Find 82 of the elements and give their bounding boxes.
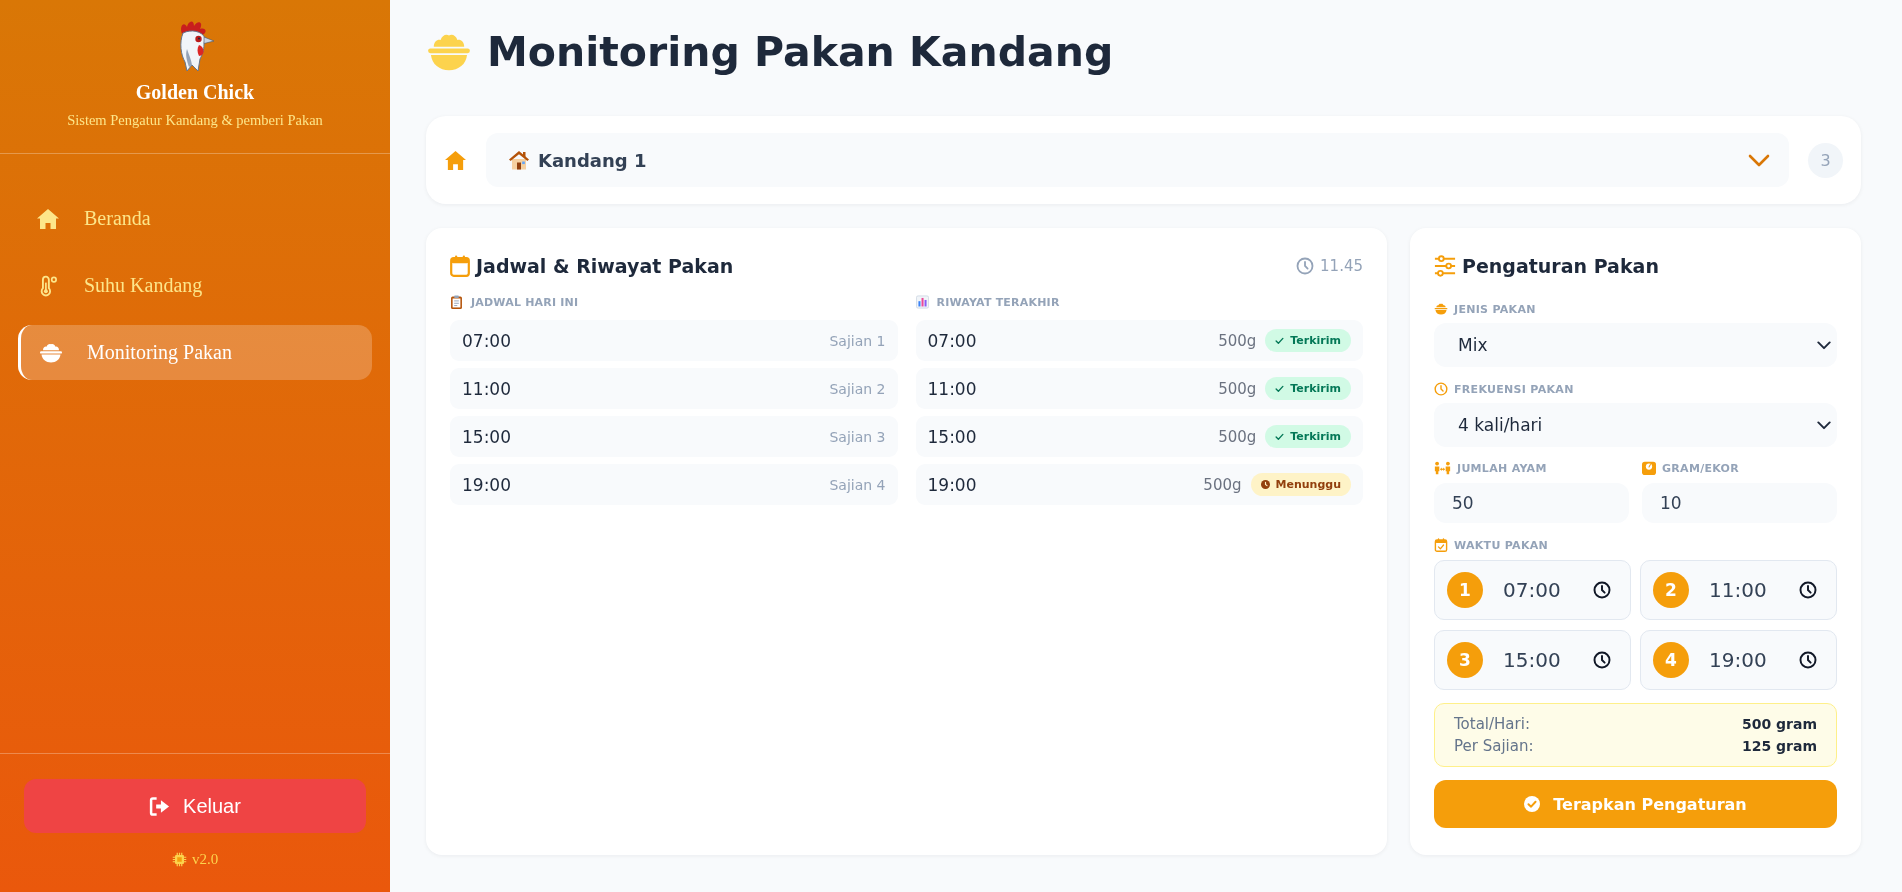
version-label: v2.0 [191, 850, 219, 868]
amount-text: 500g [1218, 331, 1257, 350]
card-title: Jadwal & Riwayat Pakan [476, 255, 734, 277]
home-icon [444, 149, 467, 171]
rice-bowl-icon [426, 33, 472, 71]
status-label: Terkirim [1290, 382, 1341, 395]
calendar-check-icon [1434, 538, 1448, 552]
clock-icon [1296, 257, 1315, 275]
brand-name: Golden Chick [135, 80, 255, 104]
clock-icon [1593, 651, 1611, 669]
status-label: Menunggu [1275, 478, 1341, 491]
amount-text: 500g [1218, 427, 1257, 446]
serving-label: Sajian 3 [829, 428, 886, 445]
field-label: JENIS PAKAN [1454, 302, 1536, 316]
frequency-select[interactable]: 4 kali/hari [1434, 403, 1837, 447]
check-circle-icon [1524, 796, 1541, 812]
logout-button[interactable]: Keluar [24, 779, 366, 833]
slot-number: 4 [1653, 642, 1689, 678]
time-text: 19:00 [927, 474, 977, 495]
time-text: 11:00 [462, 378, 511, 399]
section-label: RIWAYAT TERAKHIR [936, 295, 1060, 309]
bar-chart-icon [915, 295, 929, 309]
sliders-icon [1434, 255, 1456, 277]
section-label: JADWAL HARI INI [471, 295, 579, 309]
feed-time-field[interactable]: 1 07:00 [1434, 560, 1631, 620]
feed-time-field[interactable]: 3 15:00 [1434, 630, 1631, 690]
serving-label: Sajian 2 [829, 380, 886, 397]
summary-label: Total/Hari: [1454, 714, 1530, 735]
clipboard-icon [450, 295, 463, 309]
serving-label: Sajian 1 [829, 332, 886, 349]
people-arrows-icon [1434, 461, 1451, 475]
clock-icon [1260, 480, 1270, 489]
clock-icon [1799, 581, 1817, 599]
field-label: WAKTU PAKAN [1454, 538, 1549, 552]
count-badge: 3 [1808, 142, 1843, 178]
serving-label: Sajian 4 [829, 476, 886, 493]
chicken-count-input[interactable]: 50 [1434, 483, 1629, 523]
time-text: 11:00 [927, 378, 977, 399]
feed-time-field[interactable]: 2 11:00 [1640, 560, 1837, 620]
check-icon [1275, 432, 1285, 441]
field-label: GRAM/EKOR [1662, 461, 1740, 475]
check-icon [1275, 384, 1285, 393]
time-text: 15:00 [927, 426, 977, 447]
summary-label: Per Sajian: [1454, 736, 1534, 757]
time-text: 19:00 [462, 474, 511, 495]
status-label: Terkirim [1290, 430, 1341, 443]
weight-scale-icon [1642, 461, 1656, 475]
clock-icon [1593, 581, 1611, 599]
amount-text: 500g [1218, 379, 1257, 398]
clock-icon [1799, 651, 1817, 669]
page-title: Monitoring Pakan Kandang [487, 28, 1114, 76]
feed-time-field[interactable]: 4 19:00 [1640, 630, 1837, 690]
time-text: 07:00 [462, 330, 511, 351]
check-icon [1275, 336, 1285, 345]
amount-text: 500g [1203, 475, 1242, 494]
grams-per-bird-input[interactable]: 10 [1642, 483, 1837, 523]
calendar-icon [450, 255, 470, 277]
chevron-down-icon [1748, 153, 1770, 167]
summary-value: 125 gram [1741, 737, 1817, 756]
feed-type-select[interactable]: Mix [1434, 323, 1837, 367]
chevron-down-icon [1817, 340, 1831, 350]
home-icon [36, 207, 60, 230]
slot-number: 1 [1447, 572, 1483, 608]
current-time: 11.45 [1320, 257, 1363, 275]
slot-number: 3 [1447, 642, 1483, 678]
time-text: 07:00 [927, 330, 977, 351]
clock-icon [1434, 382, 1448, 396]
chevron-down-icon [1817, 420, 1831, 430]
slot-number: 2 [1653, 572, 1689, 608]
status-label: Terkirim [1290, 334, 1341, 347]
time-text: 15:00 [462, 426, 511, 447]
field-label: JUMLAH AYAM [1457, 461, 1547, 475]
chip-icon [171, 851, 187, 867]
summary-value: 500 gram [1741, 715, 1817, 734]
brand-subtitle: Sistem Pengatur Kandang & pemberi Pakan [67, 111, 323, 129]
house-icon [508, 150, 530, 170]
field-label: FREKUENSI PAKAN [1454, 382, 1574, 396]
card-title: Pengaturan Pakan [1462, 255, 1659, 277]
rice-bowl-icon [1434, 302, 1448, 316]
logout-icon [149, 795, 171, 817]
rice-bowl-icon [39, 341, 63, 364]
coop-select[interactable]: Kandang 1 [486, 133, 1789, 187]
